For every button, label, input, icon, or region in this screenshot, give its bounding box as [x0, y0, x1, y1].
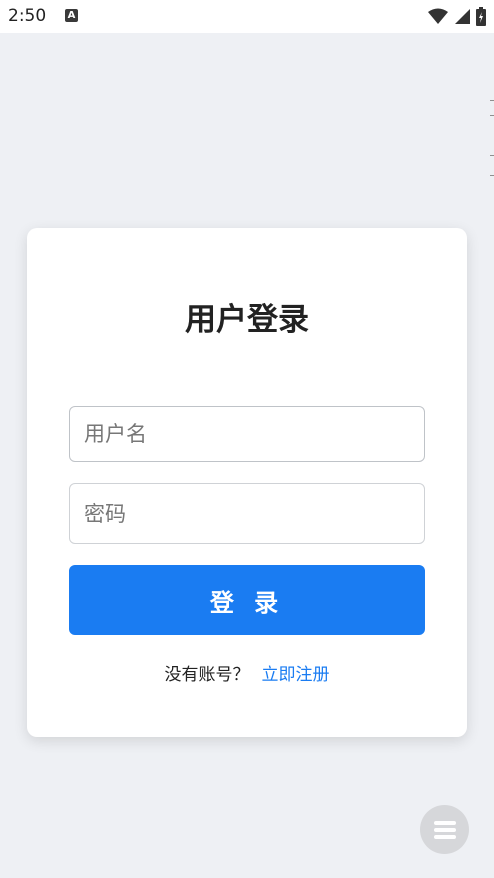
status-bar: 2:50 A	[0, 0, 494, 33]
edge-divider	[490, 175, 494, 176]
register-prompt: 没有账号？ 立即注册	[27, 660, 467, 685]
wifi-icon	[428, 8, 448, 24]
app-screen: 2:50 A 用户登录 登 录 没有账号？ 立即注册	[0, 0, 494, 878]
app-notification-icon: A	[65, 9, 78, 22]
status-time: 2:50	[8, 6, 47, 26]
edge-divider	[490, 155, 494, 156]
floating-menu-button[interactable]	[420, 805, 469, 854]
edge-divider	[490, 100, 494, 101]
username-input[interactable]	[69, 406, 425, 462]
edge-divider	[490, 115, 494, 116]
login-card: 用户登录 登 录 没有账号？ 立即注册	[27, 228, 467, 737]
status-icons	[428, 7, 486, 26]
signal-icon	[455, 9, 470, 24]
register-link[interactable]: 立即注册	[262, 665, 330, 685]
page-title: 用户登录	[185, 302, 309, 338]
login-button[interactable]: 登 录	[69, 565, 425, 635]
no-account-text: 没有账号？	[164, 665, 250, 685]
password-input[interactable]	[69, 483, 425, 544]
battery-icon	[476, 7, 486, 26]
menu-icon	[433, 820, 456, 839]
